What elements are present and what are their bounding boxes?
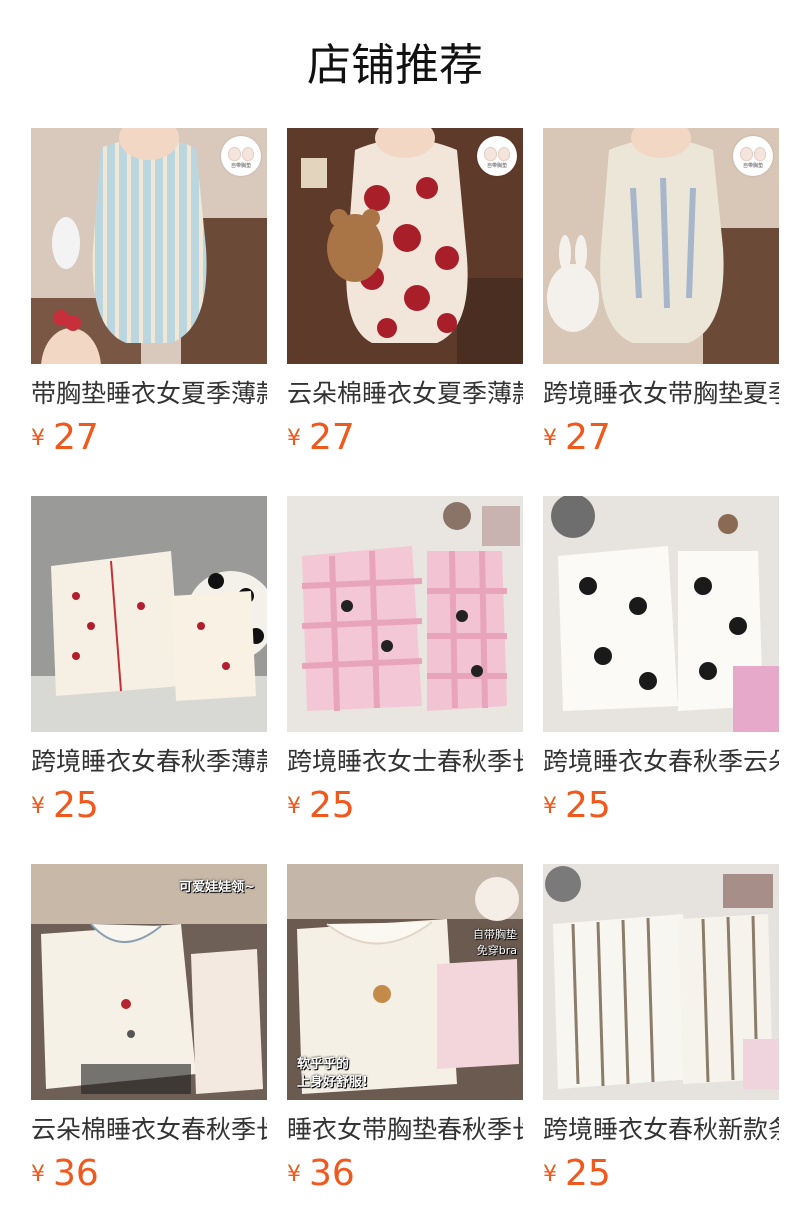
product-card[interactable]: 跨境睡衣女春秋季薄款 ¥25	[31, 496, 267, 836]
product-card[interactable]: 可爱娃娃领~ 云朵棉睡衣女春秋季长袖 ¥36	[31, 864, 267, 1204]
image-caption-2: 上身好舒服!	[297, 1075, 368, 1090]
price-value: 25	[53, 785, 99, 826]
product-price: ¥36	[31, 1152, 99, 1196]
product-card[interactable]: 自带胸垫 云朵棉睡衣女夏季薄款 ¥27	[287, 128, 523, 468]
product-price: ¥27	[543, 416, 611, 460]
product-image[interactable]	[287, 496, 523, 732]
product-card[interactable]: 自带胸垫 免穿bra 软乎乎的 上身好舒服! 睡衣女带胸垫春秋季长袖 ¥36	[287, 864, 523, 1204]
product-name[interactable]: 跨境睡衣女带胸垫夏季	[543, 378, 779, 412]
price-value: 27	[53, 417, 99, 458]
padded-bra-badge: 自带胸垫	[477, 136, 517, 176]
currency-symbol: ¥	[543, 1162, 557, 1187]
padded-bra-caption: 自带胸垫 免穿bra	[473, 928, 517, 957]
price-value: 36	[53, 1153, 99, 1194]
product-image[interactable]: 自带胸垫	[287, 128, 523, 364]
product-name[interactable]: 带胸垫睡衣女夏季薄款	[31, 378, 267, 412]
product-name[interactable]: 云朵棉睡衣女夏季薄款	[287, 378, 523, 412]
product-price: ¥27	[287, 416, 355, 460]
product-name[interactable]: 云朵棉睡衣女春秋季长袖	[31, 1114, 267, 1148]
product-image[interactable]: 可爱娃娃领~	[31, 864, 267, 1100]
product-price: ¥25	[543, 1152, 611, 1196]
price-value: 27	[309, 417, 355, 458]
currency-symbol: ¥	[543, 794, 557, 819]
product-card[interactable]: 自带胸垫 带胸垫睡衣女夏季薄款 ¥27	[31, 128, 267, 468]
product-image[interactable]: 自带胸垫	[31, 128, 267, 364]
product-card[interactable]: 跨境睡衣女春秋季云朵棉 ¥25	[543, 496, 779, 836]
padded-bra-badge: 自带胸垫	[221, 136, 261, 176]
product-name[interactable]: 跨境睡衣女春秋季薄款	[31, 746, 267, 780]
product-image[interactable]	[543, 496, 779, 732]
product-price: ¥25	[287, 784, 355, 828]
currency-symbol: ¥	[31, 426, 45, 451]
product-image[interactable]	[543, 864, 779, 1100]
product-card[interactable]: 跨境睡衣女士春秋季长袖 ¥25	[287, 496, 523, 836]
product-card[interactable]: 跨境睡衣女春秋新款条纹 ¥25	[543, 864, 779, 1204]
currency-symbol: ¥	[287, 794, 301, 819]
product-price: ¥25	[31, 784, 99, 828]
product-image[interactable]: 自带胸垫 免穿bra 软乎乎的 上身好舒服!	[287, 864, 523, 1100]
product-price: ¥27	[31, 416, 99, 460]
padded-bra-badge: 自带胸垫	[733, 136, 773, 176]
product-image[interactable]	[31, 496, 267, 732]
product-card[interactable]: 自带胸垫 跨境睡衣女带胸垫夏季 ¥27	[543, 128, 779, 468]
price-value: 25	[309, 785, 355, 826]
price-value: 27	[565, 417, 611, 458]
product-name[interactable]: 跨境睡衣女春秋季云朵棉	[543, 746, 779, 780]
price-value: 25	[565, 1153, 611, 1194]
price-value: 36	[309, 1153, 355, 1194]
currency-symbol: ¥	[287, 1162, 301, 1187]
currency-symbol: ¥	[287, 426, 301, 451]
product-name[interactable]: 跨境睡衣女士春秋季长袖	[287, 746, 523, 780]
image-caption: 软乎乎的	[297, 1057, 350, 1072]
page-title: 店铺推荐	[307, 40, 483, 91]
product-price: ¥25	[543, 784, 611, 828]
product-name[interactable]: 睡衣女带胸垫春秋季长袖	[287, 1114, 523, 1148]
product-name[interactable]: 跨境睡衣女春秋新款条纹	[543, 1114, 779, 1148]
image-caption: 可爱娃娃领~	[179, 880, 255, 895]
currency-symbol: ¥	[31, 794, 45, 819]
product-price: ¥36	[287, 1152, 355, 1196]
currency-symbol: ¥	[31, 1162, 45, 1187]
product-image[interactable]: 自带胸垫	[543, 128, 779, 364]
price-value: 25	[565, 785, 611, 826]
currency-symbol: ¥	[543, 426, 557, 451]
